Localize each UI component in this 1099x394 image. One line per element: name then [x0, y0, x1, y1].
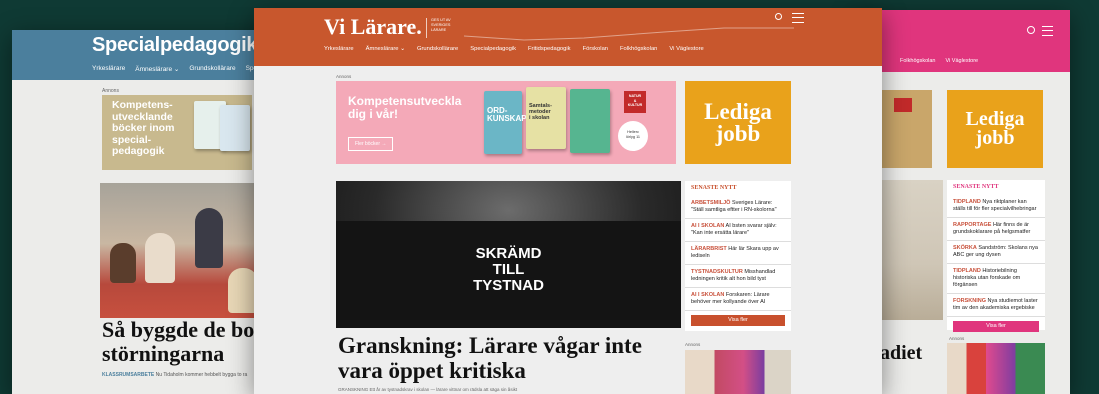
left-headline[interactable]: Så byggde de bo störningarna: [102, 318, 254, 366]
center-nav-item[interactable]: Vi Väglestore: [669, 46, 703, 52]
left-nav: Yrkeslärare Ämneslärare ⌄ Grundskollärar…: [92, 65, 265, 73]
center-ad-label-2: Annons: [685, 342, 701, 347]
center-nav-item[interactable]: Ämneslärare ⌄: [366, 46, 405, 52]
center-headline[interactable]: Granskning: Lärare vågar inte vara öppet…: [338, 333, 642, 383]
right-ad-label: Annons: [949, 336, 965, 341]
left-hero-image[interactable]: [100, 183, 266, 318]
center-nav-item[interactable]: Förskolan: [583, 46, 608, 52]
center-ad-label: Annons: [336, 74, 352, 79]
right-header: Folkhögskolan Vi Väglestore: [855, 10, 1070, 72]
left-window: Specialpedagogik Yrkeslärare Ämneslärare…: [12, 30, 274, 394]
publisher-logo: NATUR & KULTUR: [624, 91, 646, 113]
center-lediga-jobb[interactable]: Lediga jobb: [685, 81, 791, 164]
center-show-more-button[interactable]: Visa fler: [691, 315, 785, 326]
left-ad-banner[interactable]: Kompetens- utvecklande böcker inom speci…: [102, 95, 252, 170]
left-nav-item[interactable]: Grundskollärare: [189, 65, 235, 73]
left-ad-text: Kompetens- utvecklande böcker inom speci…: [112, 99, 175, 157]
right-nav: Folkhögskolan Vi Väglestore: [900, 58, 978, 64]
right-lediga-jobb[interactable]: Lediga jobb: [947, 90, 1043, 168]
center-nav-item[interactable]: Grundskollärare: [417, 46, 458, 52]
right-ad-image-2[interactable]: [947, 343, 1045, 394]
right-news-title: SENASTE NYTT: [953, 184, 999, 190]
left-nav-item[interactable]: Ämneslärare ⌄: [135, 65, 179, 73]
menu-icon[interactable]: [1042, 26, 1053, 36]
center-ad-banner[interactable]: Kompetensutveckla dig i vår! Fler böcker…: [336, 81, 676, 164]
center-nav-item[interactable]: Specialpedagogik: [470, 46, 516, 52]
right-window: Folkhögskolan Vi Väglestore Lediga jobb …: [855, 10, 1070, 394]
right-news-item[interactable]: SKÖRKA Sandström: Skolans nya ABC ger un…: [947, 241, 1045, 264]
center-window: Vi Lärare. GES UT AV SVERIGES LÄRARE Yrk…: [254, 8, 882, 394]
center-nav: Yrkeslärare Ämneslärare ⌄ Grundskollärar…: [324, 46, 704, 52]
left-ad-book: [220, 105, 250, 151]
center-hero-image[interactable]: SKRÄMD TILL TYSTNAD: [336, 181, 681, 328]
center-brand-tag: GES UT AV SVERIGES LÄRARE: [431, 18, 451, 32]
left-header: Specialpedagogik Yrkeslärare Ämneslärare…: [12, 30, 274, 80]
center-ad-button[interactable]: Fler böcker →: [348, 137, 394, 151]
right-nav-item[interactable]: Folkhögskolan: [900, 58, 935, 64]
brand-divider: [426, 18, 427, 38]
right-headline[interactable]: adiet: [880, 342, 922, 365]
right-ad-image[interactable]: [880, 90, 932, 168]
center-nav-item[interactable]: Yrkeslärare: [324, 46, 354, 52]
right-photo[interactable]: [880, 180, 943, 320]
ad-badge: Hellerc lörlyg 11: [618, 121, 648, 151]
search-icon[interactable]: [775, 13, 782, 20]
center-header: Vi Lärare. GES UT AV SVERIGES LÄRARE Yrk…: [254, 8, 882, 66]
center-news-item[interactable]: ARBETSMILJÖ Sveriges Lärare: "Ställ samt…: [685, 196, 791, 219]
center-news-title: SENASTE NYTT: [691, 185, 737, 191]
center-ad-text: Kompetensutveckla dig i vår!: [348, 94, 462, 121]
right-news-item[interactable]: TIDPLAND Historiebilning historiska utan…: [947, 264, 1045, 294]
book-green: [570, 89, 610, 153]
center-news-box: SENASTE NYTT ARBETSMILJÖ Sveriges Lärare…: [685, 181, 791, 331]
left-ad-label: Annons: [102, 88, 119, 94]
right-news-item[interactable]: TIDPLAND Nya riktplaner kan ställs till …: [947, 195, 1045, 218]
center-news-item[interactable]: AI I SKOLAN AI bsten svarar själv: "Kan …: [685, 219, 791, 242]
book-ord: ORD- KUNSKAP: [484, 91, 527, 154]
right-news-item[interactable]: RAPPORTAGE Här finns de är grundskoklara…: [947, 218, 1045, 241]
center-nav-item[interactable]: Fritidspedagogik: [528, 46, 571, 52]
center-brand[interactable]: Vi Lärare.: [324, 14, 422, 40]
search-icon[interactable]: [1027, 26, 1035, 34]
left-caption: KLASSRUMSARBETE Nu Tidaholm kommer hebbe…: [102, 372, 247, 378]
menu-icon[interactable]: [792, 13, 804, 23]
center-caption: GRANSKNING Ett år av tystnadskrav i skol…: [338, 387, 518, 392]
left-caption-tag: KLASSRUMSARBETE: [102, 372, 155, 378]
center-news-item[interactable]: TYSTNADSKULTUR Misshandlad ledningen kri…: [685, 265, 791, 288]
book-samtal: Samtals- metoder i skolan: [526, 87, 566, 149]
right-news-item[interactable]: FORSKNING Nya studiemot laster tim av de…: [947, 294, 1045, 317]
center-news-item[interactable]: AI I SKOLAN Forskaren: Lärare behöver me…: [685, 288, 791, 311]
header-decoration-line: [464, 27, 794, 41]
center-news-item[interactable]: LÄRARBRIST Här lär Skara upp av lediseln: [685, 242, 791, 265]
right-show-more-button[interactable]: Visa fler: [953, 321, 1039, 332]
left-caption-text: Nu Tidaholm kommer hebbelt bygga to ra: [155, 372, 248, 378]
right-news-box: SENASTE NYTT TIDPLAND Nya riktplaner kan…: [947, 180, 1045, 332]
center-nav-item[interactable]: Folkhögskolan: [620, 46, 657, 52]
center-ad-image-2[interactable]: [685, 350, 791, 394]
hero-text: SKRÄMD TILL TYSTNAD: [473, 245, 544, 294]
left-brand[interactable]: Specialpedagogik: [92, 34, 258, 57]
left-nav-item[interactable]: Yrkeslärare: [92, 65, 125, 73]
right-nav-item[interactable]: Vi Väglestore: [945, 58, 978, 64]
